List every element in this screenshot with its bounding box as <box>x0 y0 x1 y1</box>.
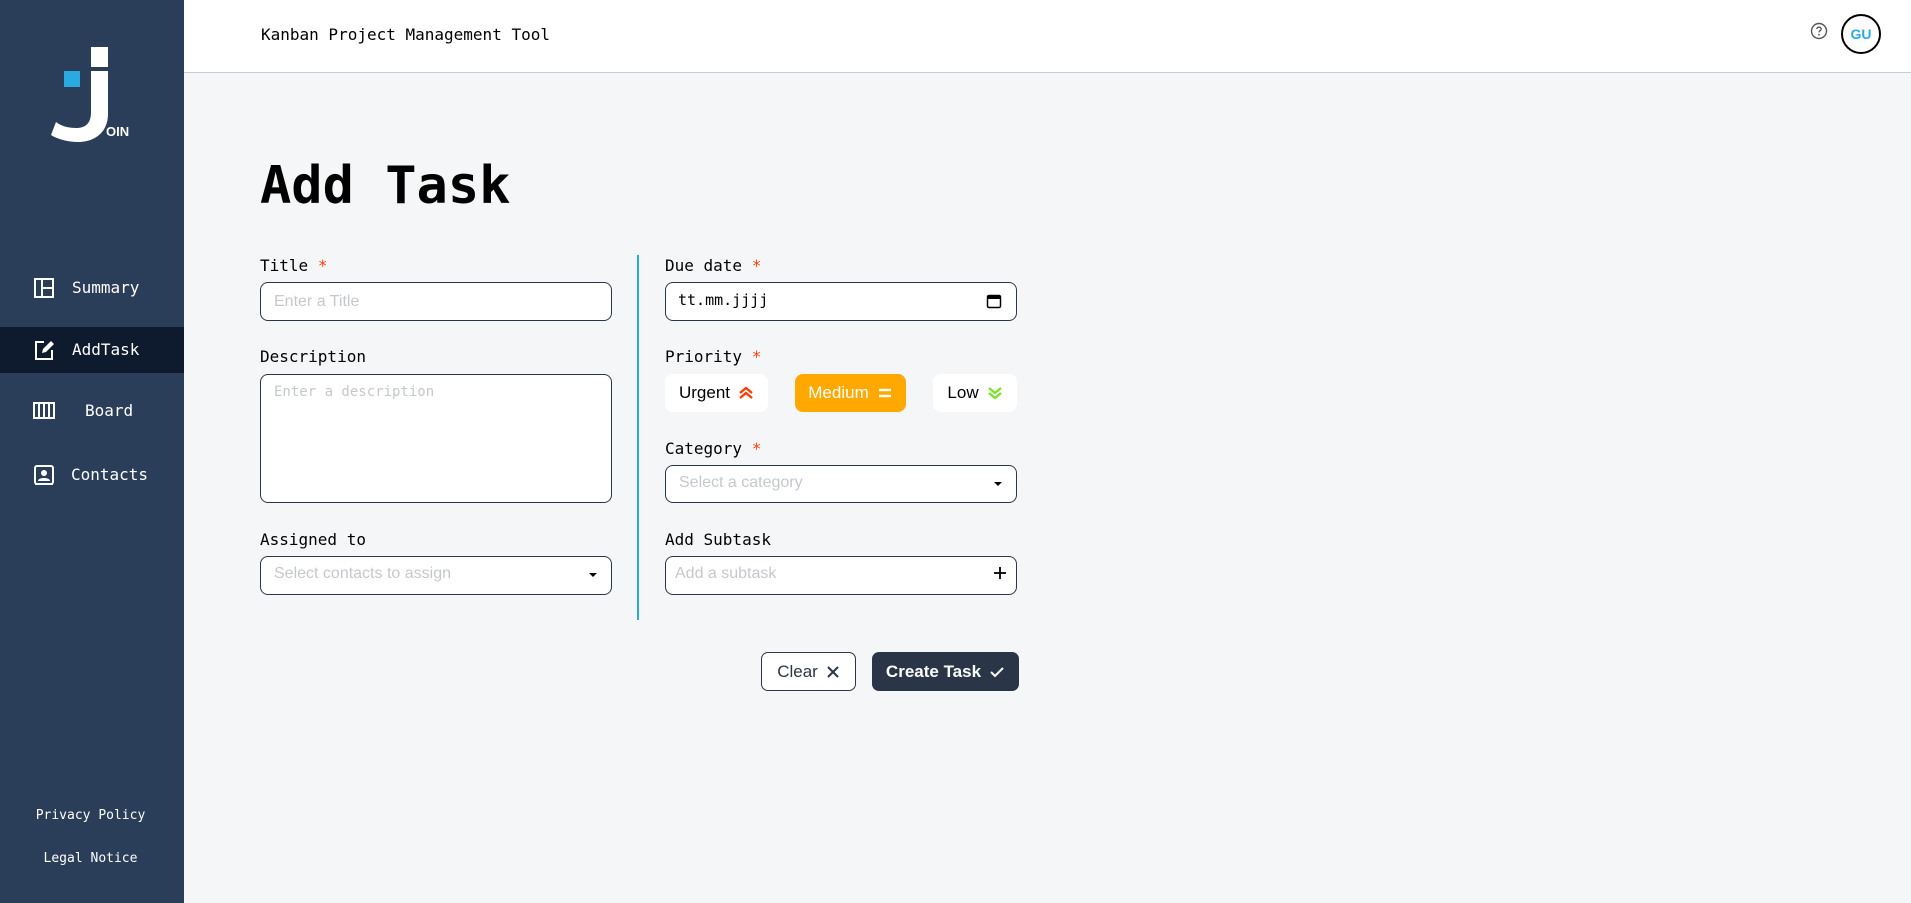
sidebar-item-label: AddTask <box>72 340 140 359</box>
sidebar-item-label: Contacts <box>71 465 149 484</box>
board-icon <box>33 402 55 419</box>
privacy-policy-link[interactable]: Privacy Policy <box>0 808 181 823</box>
sidebar-item-label: Board <box>85 401 134 420</box>
user-avatar[interactable]: GU <box>1841 14 1881 54</box>
logo-text: OIN <box>106 124 130 139</box>
sidebar-item-contacts[interactable]: Contacts <box>0 452 184 498</box>
help-circle-icon[interactable] <box>1810 22 1828 40</box>
sidebar: OIN Summary AddTask Board Contacts Priva… <box>0 0 184 903</box>
priority-urgent-button[interactable]: Urgent <box>665 374 768 412</box>
category-placeholder: Select a category <box>679 474 803 491</box>
required-mark: * <box>751 256 762 275</box>
sidebar-item-summary[interactable]: Summary <box>0 265 184 311</box>
check-icon <box>990 666 1004 677</box>
priority-low-button[interactable]: Low <box>933 374 1017 412</box>
app-title: Kanban Project Management Tool <box>261 25 550 44</box>
category-select[interactable]: Select a category <box>665 465 1017 503</box>
summary-icon <box>34 278 54 298</box>
required-mark: * <box>317 256 328 275</box>
priority-label-text: Priority <box>665 347 743 366</box>
due-date-value: tt.mm.jjjj <box>678 291 769 309</box>
priority-label: Medium <box>808 383 869 402</box>
title-input[interactable] <box>260 282 612 321</box>
sidebar-item-board[interactable]: Board <box>0 388 184 434</box>
column-divider <box>637 255 639 620</box>
priority-label: Priority * <box>665 347 761 366</box>
double-chevron-up-icon <box>739 386 753 399</box>
equals-icon <box>878 388 891 398</box>
subtask-label: Add Subtask <box>665 530 771 549</box>
double-chevron-down-icon <box>987 387 1002 400</box>
header: Kanban Project Management Tool <box>184 0 1911 73</box>
edit-icon <box>35 341 54 360</box>
priority-label: Low <box>947 383 979 402</box>
assigned-label: Assigned to <box>260 530 366 549</box>
subtask-input[interactable]: Add a subtask <box>665 556 1017 595</box>
caret-down-icon <box>589 573 597 577</box>
subtask-placeholder: Add a subtask <box>675 565 777 582</box>
priority-label: Urgent <box>678 383 731 402</box>
sidebar-item-addtask[interactable]: AddTask <box>0 327 184 373</box>
assigned-select[interactable]: Select contacts to assign <box>260 556 612 595</box>
required-mark: * <box>751 439 762 458</box>
due-date-label-text: Due date <box>665 256 743 275</box>
title-label-text: Title <box>260 256 309 275</box>
description-label: Description <box>260 347 366 366</box>
caret-down-icon <box>994 482 1002 486</box>
calendar-icon[interactable] <box>986 293 1002 309</box>
create-button-label: Create Task <box>885 661 982 681</box>
plus-icon[interactable] <box>992 565 1008 581</box>
join-logo <box>51 47 108 142</box>
required-mark: * <box>751 347 762 366</box>
title-label: Title * <box>260 256 327 275</box>
due-date-input[interactable]: tt.mm.jjjj <box>665 282 1017 321</box>
clear-button[interactable]: Clear <box>761 652 856 691</box>
description-textarea[interactable]: Enter a description <box>260 374 612 503</box>
description-placeholder: Enter a description <box>274 384 435 400</box>
category-label-text: Category <box>665 439 743 458</box>
priority-medium-button[interactable]: Medium <box>795 374 906 412</box>
legal-notice-link[interactable]: Legal Notice <box>0 851 181 866</box>
clear-button-label: Clear <box>777 661 818 681</box>
sidebar-item-label: Summary <box>72 278 140 297</box>
contacts-icon <box>34 465 54 485</box>
page-title: Add Task <box>260 156 511 216</box>
close-icon <box>827 665 839 678</box>
assigned-placeholder: Select contacts to assign <box>274 565 451 582</box>
category-label: Category * <box>665 439 761 458</box>
due-date-label: Due date * <box>665 256 761 275</box>
create-task-button[interactable]: Create Task <box>872 652 1019 691</box>
